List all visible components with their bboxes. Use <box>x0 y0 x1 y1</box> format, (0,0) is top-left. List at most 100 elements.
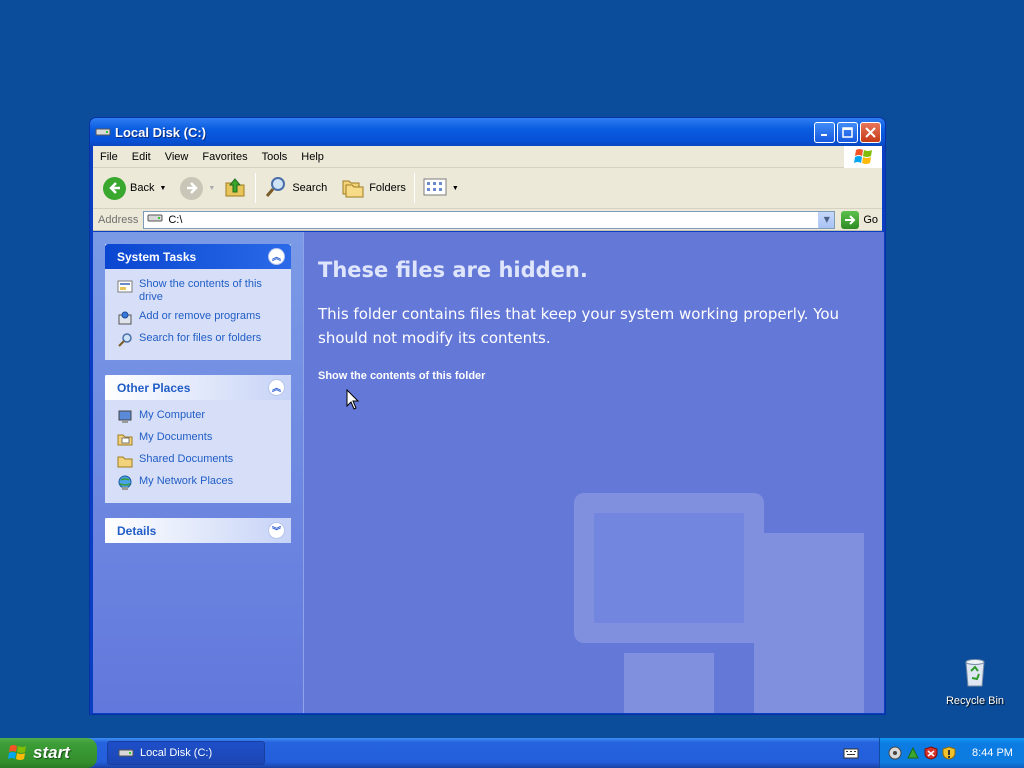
task-add-remove-label: Add or remove programs <box>139 310 261 322</box>
chevron-down-icon[interactable]: ▼ <box>159 185 166 192</box>
place-my-documents[interactable]: My Documents <box>117 431 283 447</box>
recycle-bin-label: Recycle Bin <box>945 695 1005 707</box>
taskbar-window-button[interactable]: Local Disk (C:) <box>107 741 265 765</box>
other-places-body: My Computer My Documents Shared Document… <box>105 400 291 503</box>
place-my-network-places[interactable]: My Network Places <box>117 475 283 491</box>
folders-icon <box>341 176 365 201</box>
folder-view-icon <box>117 278 133 294</box>
search-label: Search <box>292 182 328 194</box>
task-add-remove-programs[interactable]: Add or remove programs <box>117 310 283 326</box>
clock[interactable]: 8:44 PM <box>972 747 1013 759</box>
toolbar-separator <box>413 173 415 203</box>
close-button[interactable] <box>860 121 881 143</box>
up-folder-icon <box>223 175 247 202</box>
start-button[interactable]: start <box>0 738 97 768</box>
forward-arrow-icon <box>180 176 204 200</box>
system-tasks-group: System Tasks ︽ Show the contents of this… <box>105 244 291 360</box>
back-button[interactable]: Back ▼ <box>99 172 170 204</box>
task-show-contents-label: Show the contents of this drive <box>139 278 262 303</box>
task-show-contents[interactable]: Show the contents of this drive <box>117 278 283 304</box>
address-value: C:\ <box>168 213 183 226</box>
mouse-cursor-icon <box>346 389 360 410</box>
taskbar: start Local Disk (C:) 8:44 PM <box>0 738 1024 768</box>
menu-tools[interactable]: Tools <box>255 151 295 163</box>
folders-label: Folders <box>369 182 406 194</box>
menu-view[interactable]: View <box>158 151 196 163</box>
address-label: Address <box>98 213 139 226</box>
system-tasks-body: Show the contents of this drive Add or r… <box>105 269 291 360</box>
hidden-files-description: This folder contains files that keep you… <box>318 305 840 347</box>
up-folder-button[interactable] <box>219 172 251 204</box>
title-bar[interactable]: Local Disk (C:) <box>90 118 885 146</box>
recycle-bin-icon <box>965 659 985 687</box>
drive-icon <box>147 213 163 226</box>
main-pane: These files are hidden. This folder cont… <box>304 232 884 713</box>
window-title: Local Disk (C:) <box>115 124 207 140</box>
go-button[interactable]: Go <box>841 210 878 229</box>
place-my-computer-label: My Computer <box>139 409 206 421</box>
show-contents-link[interactable]: Show the contents of this folder <box>318 370 870 382</box>
security-alert-icon[interactable] <box>924 746 938 760</box>
folders-button[interactable]: Folders <box>337 172 410 204</box>
chevron-down-icon[interactable]: ▼ <box>208 185 215 192</box>
task-search-label: Search for files or folders <box>139 332 262 344</box>
other-places-group: Other Places ︽ My Computer My Documents … <box>105 375 291 503</box>
details-group: Details ︾ <box>105 518 291 543</box>
minimize-button[interactable] <box>814 121 835 143</box>
folder-icon <box>117 453 133 469</box>
collapse-icon[interactable]: ︽ <box>268 248 285 265</box>
details-title: Details <box>117 523 157 538</box>
place-my-documents-label: My Documents <box>139 431 213 443</box>
address-dropdown-icon[interactable]: ▼ <box>818 211 835 228</box>
back-arrow-icon <box>103 176 126 200</box>
windows-logo-icon <box>8 745 26 760</box>
keyboard-icon[interactable] <box>843 747 859 759</box>
place-my-computer[interactable]: My Computer <box>117 409 283 425</box>
explorer-window: Local Disk (C:) File Edit View Favorites… <box>89 117 886 715</box>
toolbar: Back ▼ ▼ Search Folders ▼ <box>93 168 882 209</box>
hidden-files-heading: These files are hidden. <box>318 258 588 282</box>
menu-favorites[interactable]: Favorites <box>195 151 254 163</box>
windows-logo-icon <box>844 146 882 168</box>
details-header[interactable]: Details ︾ <box>105 518 291 543</box>
views-icon <box>423 177 447 200</box>
taskbar-window-label: Local Disk (C:) <box>140 747 213 759</box>
views-button[interactable]: ▼ <box>419 172 463 204</box>
content-area: System Tasks ︽ Show the contents of this… <box>93 232 884 713</box>
background-computer-illustration <box>574 493 864 713</box>
menu-bar: File Edit View Favorites Tools Help <box>93 146 882 168</box>
maximize-button[interactable] <box>837 121 858 143</box>
expand-icon[interactable]: ︾ <box>268 522 285 539</box>
programs-icon <box>117 310 133 326</box>
place-my-network-places-label: My Network Places <box>139 475 234 487</box>
volume-icon[interactable] <box>888 746 902 760</box>
other-places-title: Other Places <box>117 380 191 395</box>
address-input[interactable]: C:\ ▼ <box>143 210 836 229</box>
system-tasks-title: System Tasks <box>117 249 197 264</box>
place-shared-documents[interactable]: Shared Documents <box>117 453 283 469</box>
menu-edit[interactable]: Edit <box>125 151 158 163</box>
network-icon <box>117 475 133 491</box>
documents-icon <box>117 431 133 447</box>
shield-icon[interactable] <box>942 746 956 760</box>
collapse-icon[interactable]: ︽ <box>268 379 285 396</box>
chevron-down-icon[interactable]: ▼ <box>452 185 459 192</box>
drive-icon <box>95 126 111 138</box>
menu-file[interactable]: File <box>93 151 125 163</box>
computer-icon <box>117 409 133 425</box>
forward-button[interactable]: ▼ <box>176 172 219 204</box>
search-button[interactable]: Search <box>260 172 331 204</box>
network-tray-icon[interactable] <box>906 746 920 760</box>
menu-help[interactable]: Help <box>294 151 331 163</box>
recycle-bin-desktop-icon[interactable]: Recycle Bin <box>940 656 1010 707</box>
go-label: Go <box>863 213 878 226</box>
task-search-files[interactable]: Search for files or folders <box>117 332 283 348</box>
drive-icon <box>118 749 134 757</box>
search-icon <box>264 175 288 202</box>
system-tasks-header[interactable]: System Tasks ︽ <box>105 244 291 269</box>
go-arrow-icon <box>841 210 860 229</box>
back-label: Back <box>130 182 155 194</box>
address-bar: Address C:\ ▼ Go <box>93 209 882 231</box>
task-pane: System Tasks ︽ Show the contents of this… <box>93 232 304 713</box>
other-places-header[interactable]: Other Places ︽ <box>105 375 291 400</box>
